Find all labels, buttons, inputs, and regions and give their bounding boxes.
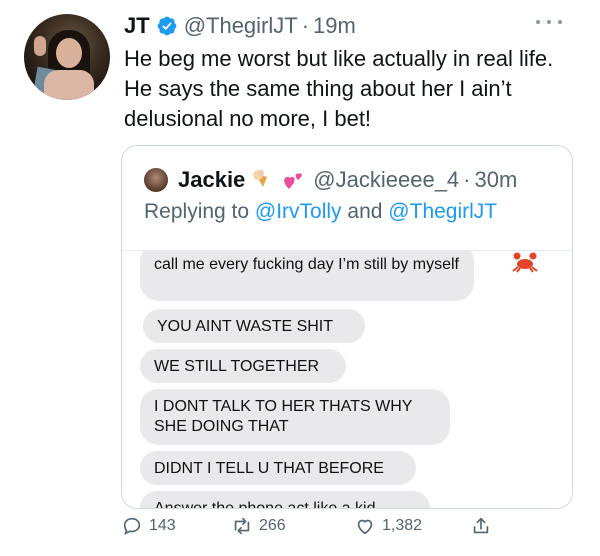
reply-button[interactable]: 143: [121, 514, 176, 538]
quoted-author-avatar: [144, 168, 168, 192]
share-button[interactable]: [470, 514, 498, 538]
replying-and: and: [347, 200, 383, 223]
share-icon: [473, 517, 489, 534]
like-button[interactable]: 1,382: [354, 514, 422, 538]
crab-emoji-icon: [512, 252, 538, 273]
quoted-separator-dot: ·: [463, 167, 471, 192]
quoted-author-handle: @Jackieeee_4: [313, 167, 460, 192]
replying-to-line: Replying to @IrvTolly and @ThegirlJT: [144, 200, 497, 224]
quoted-tweet-card[interactable]: Jackie @Jackieeee_4 · 30m Replying to @I…: [121, 145, 573, 509]
replying-prefix: Replying to: [144, 200, 250, 223]
author-handle[interactable]: @ThegirlJT: [184, 13, 298, 39]
like-icon: [357, 519, 373, 535]
screenshot-media[interactable]: call me every fucking day I’m still by m…: [122, 250, 572, 508]
ice-cream-emoji-icon: [253, 170, 268, 187]
like-count: 1,382: [382, 517, 423, 534]
retweet-button[interactable]: 266: [231, 514, 286, 538]
quoted-tweet-header: Jackie @Jackieeee_4 · 30m: [144, 166, 517, 194]
author-avatar[interactable]: [24, 14, 110, 100]
separator-dot: ·: [301, 13, 310, 38]
message-bubble: YOU AINT WASTE SHIT: [143, 309, 365, 343]
tweet: JT @ThegirlJT · 19m He beg me worst but …: [0, 0, 600, 556]
two-hearts-emoji-icon: [284, 173, 303, 189]
tweet-actions: 143 266 1,382: [121, 506, 521, 546]
quoted-author-name: Jackie: [178, 167, 246, 192]
message-bubble: WE STILL TOGETHER: [140, 349, 346, 383]
message-bubble: call me every fucking day I’m still by m…: [140, 251, 474, 301]
tweet-text: He beg me worst but like actually in rea…: [124, 46, 554, 131]
verified-badge-icon: [157, 16, 177, 36]
tweet-timestamp[interactable]: 19m: [313, 13, 356, 39]
reply-count: 143: [149, 517, 176, 534]
message-bubble: DIDNT I TELL U THAT BEFORE: [140, 451, 416, 485]
reply-user-thegirljt[interactable]: @ThegirlJT: [388, 200, 497, 223]
author-name[interactable]: JT: [124, 13, 150, 39]
more-icon[interactable]: [536, 14, 562, 30]
retweet-count: 266: [259, 517, 286, 534]
message-bubble: I DONT TALK TO HER THATS WHY SHE DOING T…: [140, 389, 450, 445]
reply-icon: [123, 517, 141, 535]
retweet-icon: [234, 517, 250, 535]
tweet-header: JT @ThegirlJT · 19m: [124, 12, 356, 40]
quoted-timestamp: 30m: [474, 167, 518, 192]
reply-user-irvtolly[interactable]: @IrvTolly: [255, 200, 342, 223]
